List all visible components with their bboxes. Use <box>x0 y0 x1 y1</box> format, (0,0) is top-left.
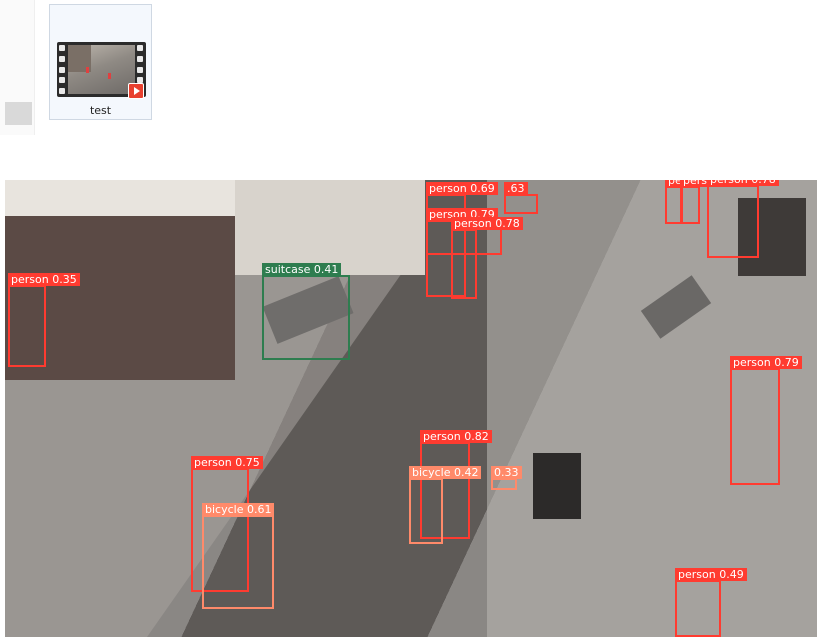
detection-label: bicycle 0.61 <box>202 503 275 516</box>
detection-box-person: person 0.78 <box>451 217 523 299</box>
detection-box-bicycle: bicycle 0.61 <box>202 503 275 609</box>
detection-box-person: person 0.35 <box>8 273 80 367</box>
file-item-test[interactable]: test <box>49 4 152 120</box>
detection-label: person 0.75 <box>191 456 263 469</box>
detection-label: person 0.69 <box>426 182 498 195</box>
play-icon <box>128 83 144 99</box>
file-name: test <box>89 104 112 117</box>
detection-label: .63 <box>504 182 528 195</box>
detection-label: person 0.49 <box>675 568 747 581</box>
detection-label: person 0.78 <box>707 180 779 186</box>
detection-box-person: person 0.78 <box>707 180 779 258</box>
detection-label: person 0.79 <box>730 356 802 369</box>
detection-box-person: person 0.79 <box>730 356 802 485</box>
panel-toggle-button[interactable] <box>5 102 32 125</box>
detection-box-person: .63 <box>504 182 538 214</box>
detection-box-bicycle: 0.33 <box>491 466 522 490</box>
detection-box-person: pers <box>680 180 711 224</box>
detection-box-person: person 0.49 <box>675 568 747 637</box>
detection-label: person 0.82 <box>420 430 492 443</box>
detection-label: person 0.78 <box>451 217 523 230</box>
detection-box-bicycle: bicycle 0.42 <box>409 466 482 544</box>
detection-label: bicycle 0.42 <box>409 466 482 479</box>
detection-video-frame: person 0.35 suitcase 0.41 person 0.69 .63 pe… <box>5 180 817 637</box>
detection-label: suitcase 0.41 <box>262 263 342 276</box>
detection-label: 0.33 <box>491 466 522 479</box>
detection-box-suitcase: suitcase 0.41 <box>262 263 350 360</box>
detection-label: person 0.35 <box>8 273 80 286</box>
detection-label: pers <box>680 180 711 187</box>
